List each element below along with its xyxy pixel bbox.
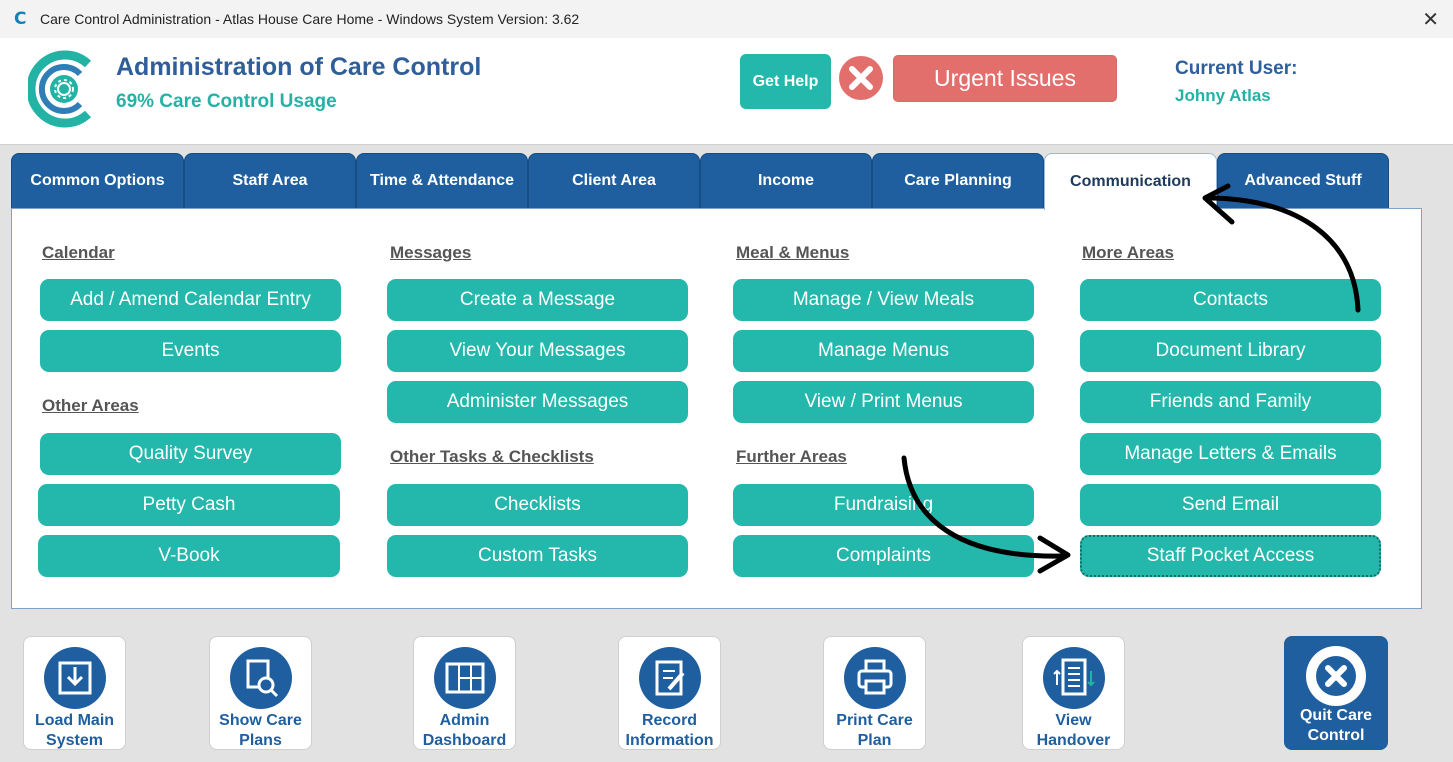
tab-common-options[interactable]: Common Options xyxy=(11,153,184,209)
manage-menus-button[interactable]: Manage Menus xyxy=(733,330,1034,372)
current-user-name: Johny Atlas xyxy=(1175,86,1271,105)
v-book-button[interactable]: V-Book xyxy=(38,535,340,577)
section-more-areas-heading: More Areas xyxy=(1082,243,1174,262)
urgent-x-icon[interactable] xyxy=(838,55,884,101)
manage-letters-emails-button[interactable]: Manage Letters & Emails xyxy=(1080,433,1381,475)
complaints-button[interactable]: Complaints xyxy=(733,535,1034,577)
tab-advanced-stuff[interactable]: Advanced Stuff xyxy=(1217,153,1389,209)
tab-client-area[interactable]: Client Area xyxy=(528,153,700,209)
send-email-button[interactable]: Send Email xyxy=(1080,484,1381,526)
admin-dashboard-button[interactable]: Admin Dashboard xyxy=(413,636,516,750)
tab-staff-area[interactable]: Staff Area xyxy=(184,153,356,209)
section-calendar-heading: Calendar xyxy=(42,243,115,262)
show-care-plans-label: Show Care Plans xyxy=(219,712,302,749)
section-other-tasks-heading: Other Tasks & Checklists xyxy=(390,447,594,466)
load-main-system-label: Load Main System xyxy=(34,712,115,749)
contacts-button[interactable]: Contacts xyxy=(1080,279,1381,321)
document-library-button[interactable]: Document Library xyxy=(1080,330,1381,372)
print-care-plan-button[interactable]: Print Care Plan xyxy=(823,636,926,750)
tab-time-attendance[interactable]: Time & Attendance xyxy=(356,153,528,209)
administer-messages-button[interactable]: Administer Messages xyxy=(387,381,688,423)
care-control-logo-icon xyxy=(28,50,92,128)
dashboard-icon xyxy=(433,647,496,709)
custom-tasks-button[interactable]: Custom Tasks xyxy=(387,535,688,577)
page-title: Administration of Care Control xyxy=(116,53,482,81)
record-information-button[interactable]: Record Information xyxy=(618,636,721,750)
edit-document-icon xyxy=(638,647,701,709)
petty-cash-button[interactable]: Petty Cash xyxy=(38,484,340,526)
events-button[interactable]: Events xyxy=(40,330,341,372)
tab-care-planning[interactable]: Care Planning xyxy=(872,153,1044,209)
search-documents-icon xyxy=(229,647,292,709)
manage-view-meals-button[interactable]: Manage / View Meals xyxy=(733,279,1034,321)
tab-communication[interactable]: Communication xyxy=(1044,153,1217,210)
fundraising-button[interactable]: Fundraising xyxy=(733,484,1034,526)
section-meal-menus-heading: Meal & Menus xyxy=(736,243,850,262)
view-handover-button[interactable]: View Handover xyxy=(1022,636,1125,750)
record-information-label: Record Information xyxy=(625,712,714,749)
download-box-icon xyxy=(43,647,106,709)
close-icon[interactable]: ✕ xyxy=(1422,7,1439,31)
add-amend-calendar-entry-button[interactable]: Add / Amend Calendar Entry xyxy=(40,279,341,321)
printer-icon xyxy=(843,647,906,709)
handover-list-icon xyxy=(1042,647,1105,709)
load-main-system-button[interactable]: Load Main System xyxy=(23,636,126,750)
view-your-messages-button[interactable]: View Your Messages xyxy=(387,330,688,372)
section-messages-heading: Messages xyxy=(390,243,472,262)
friends-and-family-button[interactable]: Friends and Family xyxy=(1080,381,1381,423)
create-message-button[interactable]: Create a Message xyxy=(387,279,688,321)
view-print-menus-button[interactable]: View / Print Menus xyxy=(733,381,1034,423)
current-user-label: Current User: xyxy=(1175,58,1298,79)
get-help-button[interactable]: Get Help xyxy=(740,54,831,109)
quality-survey-button[interactable]: Quality Survey xyxy=(40,433,341,475)
show-care-plans-button[interactable]: Show Care Plans xyxy=(209,636,312,750)
app-logo-icon: C xyxy=(14,9,27,29)
usage-indicator: 69% Care Control Usage xyxy=(116,91,337,112)
quit-x-icon xyxy=(1306,646,1366,706)
print-care-plan-label: Print Care Plan xyxy=(836,712,913,749)
checklists-button[interactable]: Checklists xyxy=(387,484,688,526)
section-further-areas-heading: Further Areas xyxy=(736,447,847,466)
section-other-areas-heading: Other Areas xyxy=(42,396,139,415)
urgent-issues-button[interactable]: Urgent Issues xyxy=(893,55,1117,102)
app-header: Administration of Care Control 69% Care … xyxy=(0,38,1453,145)
window-title: Care Control Administration - Atlas Hous… xyxy=(40,11,580,27)
quit-care-control-label: Quit Care Control xyxy=(1299,707,1372,744)
staff-pocket-access-button[interactable]: Staff Pocket Access xyxy=(1080,535,1381,577)
quit-care-control-button[interactable]: Quit Care Control xyxy=(1284,636,1388,750)
admin-dashboard-label: Admin Dashboard xyxy=(422,712,507,749)
tab-income[interactable]: Income xyxy=(700,153,872,209)
view-handover-label: View Handover xyxy=(1036,712,1111,749)
window-titlebar: C Care Control Administration - Atlas Ho… xyxy=(0,0,1453,39)
